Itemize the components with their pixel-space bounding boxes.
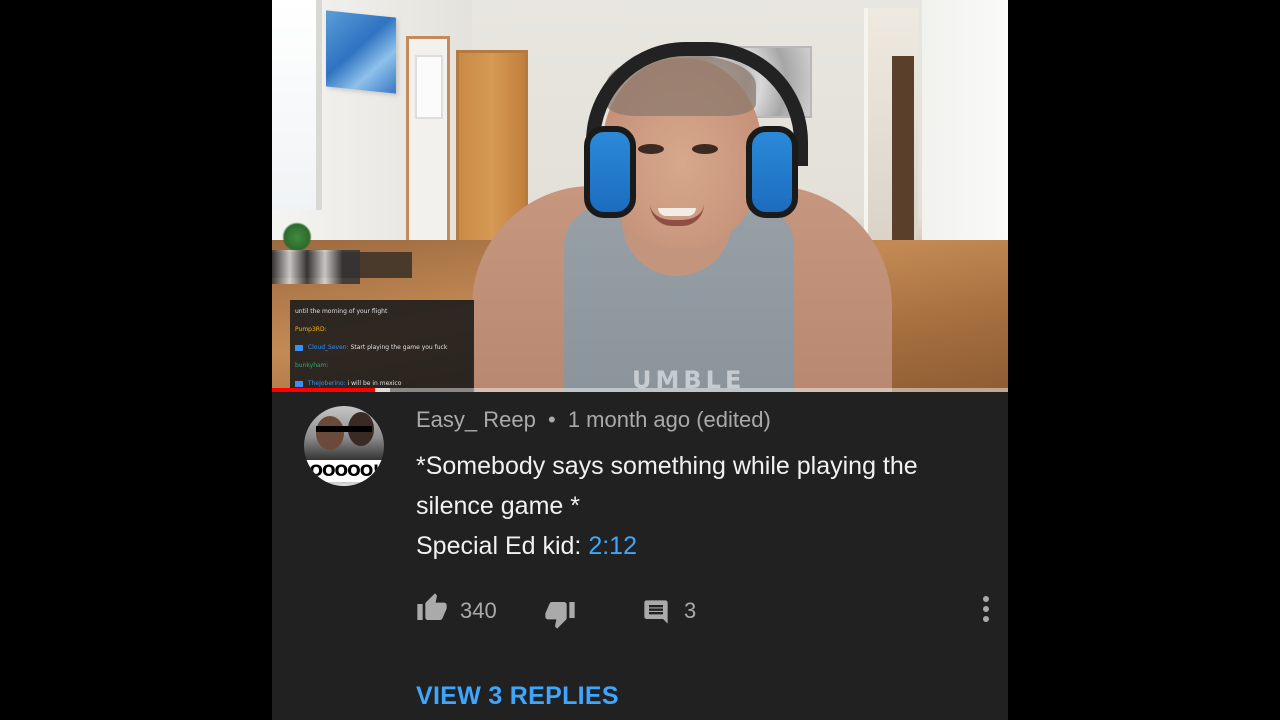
teeth bbox=[658, 208, 696, 216]
comment-header: Easy_ Reep • 1 month ago (edited) bbox=[416, 406, 771, 434]
chat-line: until the morning of your flight bbox=[295, 303, 469, 321]
chat-message: i will be in mexico bbox=[347, 380, 402, 387]
comment-line: Special Ed kid: 2:12 bbox=[416, 526, 996, 566]
comment-icon[interactable] bbox=[642, 598, 670, 626]
chat-line: Pump3RD: bbox=[295, 321, 469, 339]
thumbs-down-icon[interactable] bbox=[544, 598, 576, 630]
separator-dot: • bbox=[547, 407, 556, 432]
view-replies-button[interactable]: VIEW 3 REPLIES bbox=[416, 676, 619, 716]
white-door bbox=[406, 36, 450, 260]
streamer: UMBLE bbox=[472, 36, 992, 392]
progress-played bbox=[272, 388, 376, 392]
comment-text-prefix: Special Ed kid: bbox=[416, 532, 589, 560]
avatar-sunglasses bbox=[316, 426, 372, 432]
thumbs-up-icon[interactable] bbox=[416, 592, 448, 624]
avatar-caption: OOOOO! bbox=[304, 460, 384, 482]
chat-message: Start playing the game you fuck bbox=[350, 344, 448, 351]
comment-screen: UMBLE until the morning of your flight P… bbox=[272, 0, 1008, 720]
avatar-face bbox=[316, 416, 344, 450]
striped-item bbox=[272, 250, 360, 284]
chat-badge-icon bbox=[295, 380, 303, 387]
chat-username: TheJoberino: bbox=[307, 380, 346, 387]
chat-username: Pump3RD: bbox=[295, 326, 327, 333]
comment-body: *Somebody says something while playing t… bbox=[416, 446, 996, 566]
wall-painting bbox=[326, 10, 396, 94]
eye-left bbox=[638, 144, 664, 154]
chat-line: Cloud_Seven: Start playing the game you … bbox=[295, 339, 469, 357]
chat-username: bunkyham: bbox=[295, 362, 329, 369]
comment-line: *Somebody says something while playing t… bbox=[416, 452, 918, 480]
author-name[interactable]: Easy_ Reep bbox=[416, 407, 536, 432]
like-count: 340 bbox=[460, 598, 497, 623]
comment-time: 1 month ago (edited) bbox=[567, 407, 771, 432]
author-avatar[interactable]: OOOOO! bbox=[304, 406, 384, 486]
more-vert-icon[interactable] bbox=[980, 596, 992, 626]
plant bbox=[282, 222, 312, 252]
chat-message: until the morning of your flight bbox=[295, 308, 388, 315]
tank-top-print: UMBLE bbox=[632, 366, 746, 392]
video-player[interactable]: UMBLE until the morning of your flight P… bbox=[272, 0, 1008, 392]
headphones-earcup-left bbox=[584, 126, 636, 218]
room-window bbox=[272, 0, 322, 210]
video-progress-bar[interactable] bbox=[272, 388, 1008, 392]
eye-right bbox=[692, 144, 718, 154]
comment-line: silence game * bbox=[416, 492, 580, 520]
chat-username: Cloud_Seven: bbox=[307, 344, 349, 351]
comment-actions: 340 3 bbox=[416, 590, 996, 632]
chat-line: bunkyham: bbox=[295, 357, 469, 375]
headphones-earcup-right bbox=[746, 126, 798, 218]
chat-badge-icon bbox=[295, 344, 303, 351]
stream-chat-overlay: until the morning of your flight Pump3RD… bbox=[290, 300, 474, 392]
timestamp-link[interactable]: 2:12 bbox=[588, 532, 637, 560]
reply-count: 3 bbox=[684, 598, 697, 623]
door-glass bbox=[415, 55, 443, 119]
